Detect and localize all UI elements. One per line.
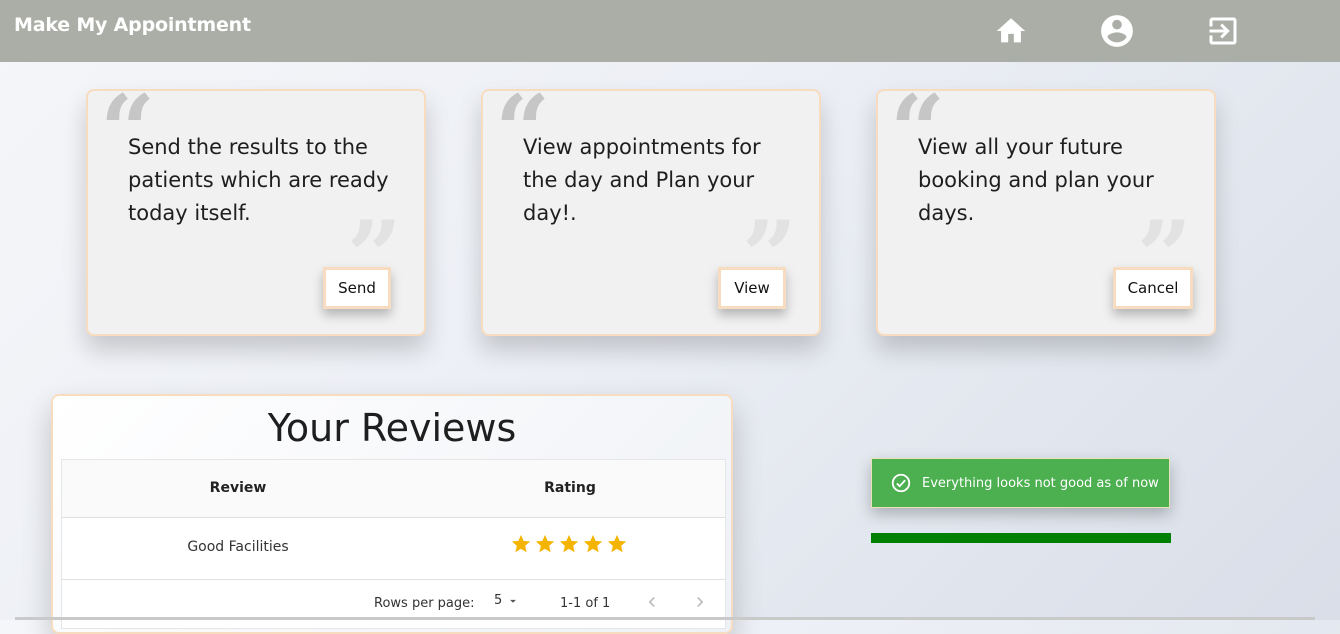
star-icon[interactable] (534, 533, 556, 555)
rating-stars[interactable] (510, 533, 628, 555)
next-page-button[interactable] (690, 592, 710, 616)
rows-per-page-value: 5 (494, 593, 503, 608)
send-results-card: “ ” Send the results to the patients whi… (86, 83, 426, 336)
view-button[interactable]: View (718, 267, 786, 309)
star-icon[interactable] (606, 533, 628, 555)
view-appointments-card: “ ” View appointments for the day and Pl… (481, 83, 821, 336)
star-icon[interactable] (558, 533, 580, 555)
card-text: View all your future booking and plan yo… (918, 135, 1154, 225)
reviews-table: Review Rating Good Facilities Rows per p… (61, 459, 726, 629)
logout-button[interactable] (1204, 12, 1242, 50)
cancel-button[interactable]: Cancel (1113, 267, 1193, 309)
card-text: View appointments for the day and Plan y… (523, 135, 761, 225)
home-button[interactable] (992, 12, 1030, 50)
status-toast: Everything looks not good as of now (871, 458, 1170, 508)
chevron-right-icon (697, 597, 704, 607)
star-icon[interactable] (510, 533, 532, 555)
reviews-title: Your Reviews (267, 406, 517, 450)
rows-per-page-label: Rows per page: (374, 596, 475, 611)
chevron-left-icon (648, 597, 655, 607)
rows-per-page-select[interactable]: 5 (494, 593, 520, 608)
table-header: Review Rating (62, 460, 725, 518)
previous-page-button[interactable] (642, 592, 662, 616)
check-circle-icon (891, 473, 911, 493)
home-icon (996, 18, 1026, 43)
account-button[interactable] (1098, 12, 1136, 50)
star-icon[interactable] (582, 533, 604, 555)
dropdown-arrow-icon (510, 599, 517, 603)
reviews-panel: Your Reviews Review Rating Good Faciliti… (51, 394, 733, 634)
column-header-rating[interactable]: Rating (414, 480, 726, 496)
future-bookings-card: “ ” View all your future booking and pla… (876, 83, 1216, 336)
toast-progress-bar (871, 533, 1171, 543)
toast-message: Everything looks not good as of now (922, 475, 1159, 491)
table-row: Good Facilities (62, 517, 725, 580)
column-header-review[interactable]: Review (62, 480, 414, 496)
progress-fill (871, 533, 1171, 543)
table-pagination: Rows per page: 5 1-1 of 1 (62, 579, 725, 629)
app-brand[interactable]: Make My Appointment (14, 14, 251, 36)
pagination-range: 1-1 of 1 (560, 596, 611, 611)
review-cell: Good Facilities (187, 539, 289, 555)
top-app-bar: Make My Appointment (0, 0, 1340, 62)
exit-icon (1209, 17, 1237, 45)
card-text: Send the results to the patients which a… (128, 135, 389, 225)
account-circle-icon (1101, 15, 1133, 47)
send-button[interactable]: Send (323, 267, 391, 309)
